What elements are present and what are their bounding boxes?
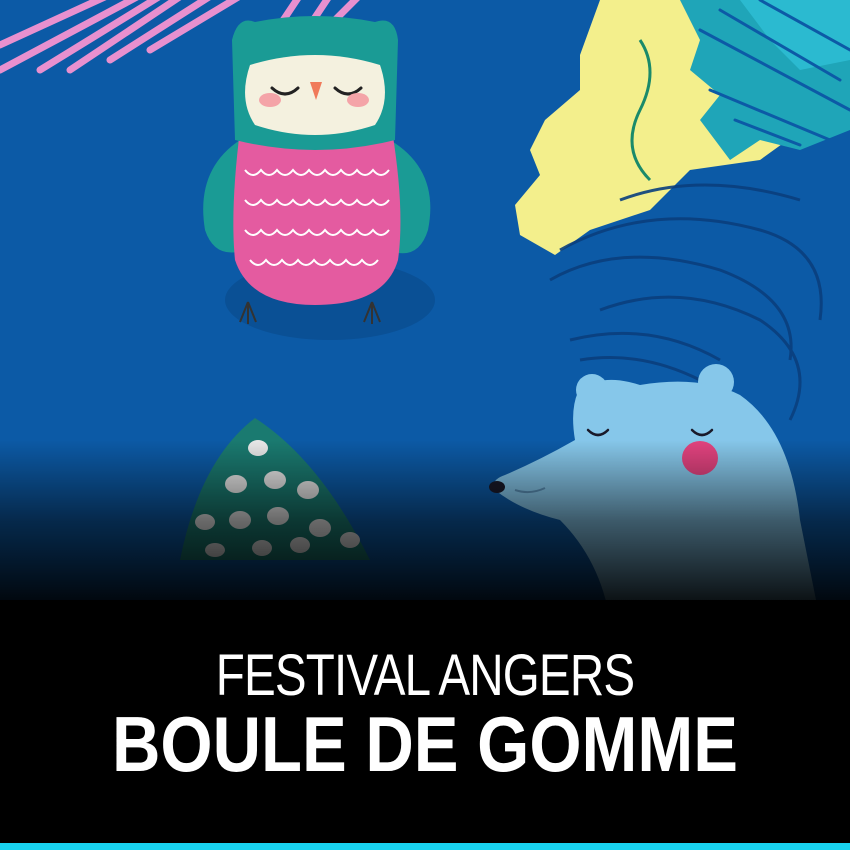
event-subtitle: FESTIVAL ANGERS xyxy=(215,643,635,708)
festival-card[interactable]: FESTIVAL ANGERS BOULE DE GOMME xyxy=(0,0,850,850)
accent-bar xyxy=(0,843,850,850)
event-title: BOULE DE GOMME xyxy=(111,700,739,788)
owl-illustration xyxy=(203,16,435,340)
image-fade-overlay xyxy=(0,440,850,620)
